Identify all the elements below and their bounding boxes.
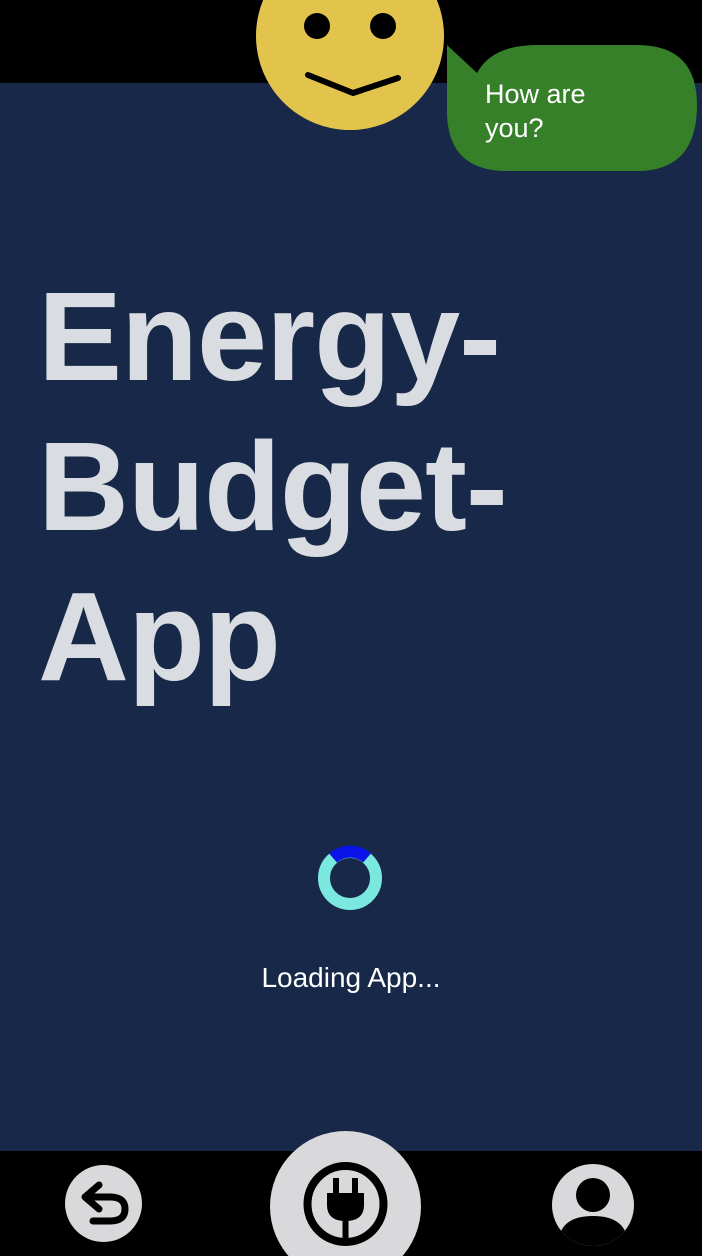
loading-spinner-icon bbox=[317, 845, 383, 911]
loading-text: Loading App... bbox=[261, 962, 441, 993]
app-title-line-1: Energy- bbox=[38, 266, 501, 407]
power-plug-icon bbox=[270, 1131, 421, 1256]
profile-button[interactable] bbox=[552, 1164, 634, 1246]
app-title: Energy- Budget- App bbox=[38, 262, 508, 712]
speech-bubble: How are you? bbox=[447, 45, 697, 171]
undo-arrow-icon bbox=[65, 1165, 142, 1242]
app-title-line-2: Budget- bbox=[38, 416, 508, 557]
back-button[interactable] bbox=[65, 1165, 142, 1242]
user-avatar-icon bbox=[552, 1164, 634, 1246]
smiley-face-icon[interactable] bbox=[256, 0, 444, 130]
app-title-line-3: App bbox=[38, 566, 281, 707]
speech-bubble-text: How are you? bbox=[485, 79, 586, 143]
energy-button[interactable] bbox=[270, 1131, 421, 1256]
